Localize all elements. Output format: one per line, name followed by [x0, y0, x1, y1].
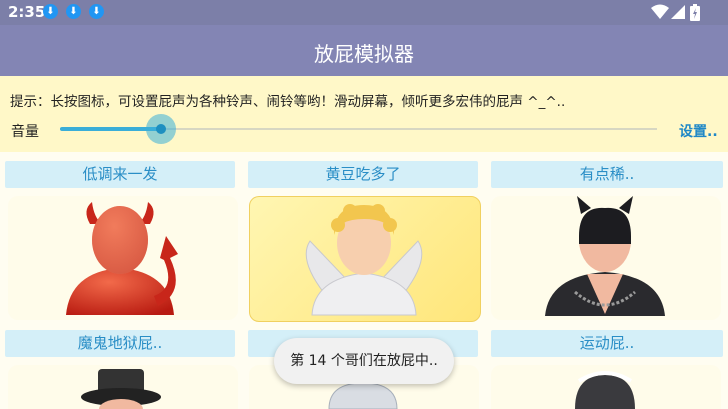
- sound-label-4[interactable]: 魔鬼地狱屁..: [5, 330, 235, 357]
- wifi-icon: [651, 4, 669, 19]
- download-icon: ⬇: [43, 4, 58, 19]
- top-hat-avatar-icon: [81, 369, 161, 409]
- signal-icon: [671, 5, 685, 19]
- volume-label: 音量: [11, 124, 39, 140]
- hint-text: 提示：长按图标，可设置屁声为各种铃声、闹铃等哟！滑动屏幕，倾听更多宏伟的屁声 ^…: [10, 94, 566, 110]
- devil-avatar-icon: [66, 202, 178, 315]
- app-bar: 放屁模拟器: [0, 25, 728, 76]
- download-icon: ⬇: [66, 4, 81, 19]
- sound-label-6[interactable]: 运动屁..: [491, 330, 723, 357]
- sound-button-4[interactable]: [8, 365, 238, 409]
- app-title: 放屁模拟器: [314, 42, 414, 66]
- sound-label-2[interactable]: 黄豆吃多了: [248, 161, 478, 188]
- maid-avatar-icon: [575, 371, 635, 409]
- settings-button[interactable]: 设置..: [679, 121, 718, 141]
- catwoman-avatar-icon: [545, 196, 665, 316]
- sound-label-1[interactable]: 低调来一发: [5, 161, 235, 188]
- battery-icon: [690, 4, 700, 21]
- sound-button-3[interactable]: [491, 196, 721, 320]
- sound-label-3[interactable]: 有点稀..: [491, 161, 723, 188]
- status-bar: 2:35 ⬇ ⬇ ⬇: [0, 0, 728, 25]
- slider-thumb[interactable]: [156, 124, 166, 134]
- download-icon: ⬇: [89, 4, 104, 19]
- sound-button-1[interactable]: [8, 196, 238, 320]
- status-time: 2:35: [8, 3, 46, 21]
- angel-avatar-icon: [305, 204, 423, 316]
- volume-slider[interactable]: [60, 114, 660, 144]
- sound-button-2[interactable]: [249, 196, 481, 322]
- toast-message: 第 14 个哥们在放屁中..: [274, 338, 454, 384]
- sound-button-6[interactable]: [491, 365, 721, 409]
